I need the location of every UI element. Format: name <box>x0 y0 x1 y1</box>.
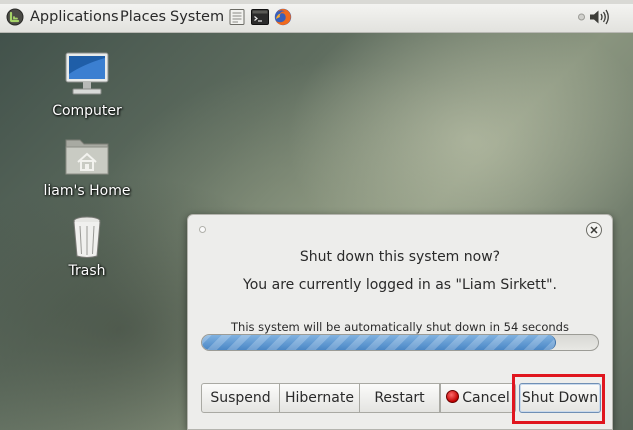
suspend-button-label: Suspend <box>210 390 271 406</box>
hibernate-button[interactable]: Hibernate <box>279 383 360 413</box>
countdown-progress-bar <box>201 334 599 351</box>
cancel-button-label: Cancel <box>462 390 510 406</box>
shut-down-button[interactable]: Shut Down <box>519 383 601 413</box>
shut-down-button-label: Shut Down <box>521 390 599 406</box>
desktop-icon-computer[interactable]: Computer <box>37 50 137 120</box>
trash-icon <box>73 216 101 258</box>
terminal-icon[interactable] <box>251 8 269 26</box>
shutdown-dialog: Shut down this system now? You are curre… <box>187 214 613 430</box>
desktop-icon-trash[interactable]: Trash <box>37 214 137 280</box>
menu-applications[interactable]: Applications <box>30 8 119 26</box>
monitor-icon <box>65 52 109 95</box>
desktop-icon-label: Computer <box>52 103 122 119</box>
top-panel: Applications Places System <box>0 0 633 33</box>
text-editor-icon[interactable] <box>228 8 246 26</box>
suspend-button[interactable]: Suspend <box>201 383 280 413</box>
distro-logo-icon[interactable] <box>6 8 24 26</box>
desktop-icon-label: Trash <box>68 263 106 279</box>
firefox-icon[interactable] <box>274 8 292 26</box>
dialog-close-button[interactable] <box>586 222 602 238</box>
menu-places[interactable]: Places <box>120 8 166 26</box>
home-folder-icon <box>65 139 109 175</box>
window-menu-dot[interactable] <box>199 226 206 233</box>
desktop-icon-label: liam's Home <box>43 183 131 199</box>
dialog-title: Shut down this system now? <box>299 249 501 265</box>
desktop-icon-home[interactable]: liam's Home <box>37 132 137 200</box>
close-icon <box>590 226 598 234</box>
hibernate-button-label: Hibernate <box>285 390 354 406</box>
restart-button[interactable]: Restart <box>359 383 440 413</box>
countdown-text: This system will be automatically shut d… <box>231 320 569 334</box>
progress-fill <box>202 335 557 350</box>
cancel-button[interactable]: Cancel <box>440 383 516 413</box>
desktop-screen: Applications Places System Computer liam… <box>0 0 633 430</box>
speaker-icon[interactable] <box>588 8 610 26</box>
restart-button-label: Restart <box>374 390 425 406</box>
panel-top-strip <box>0 0 633 4</box>
stop-icon <box>446 390 460 403</box>
dialog-subtitle: You are currently logged in as "Liam Sir… <box>243 277 557 293</box>
menu-system[interactable]: System <box>170 8 224 26</box>
panel-tray-dot-icon <box>578 13 585 21</box>
